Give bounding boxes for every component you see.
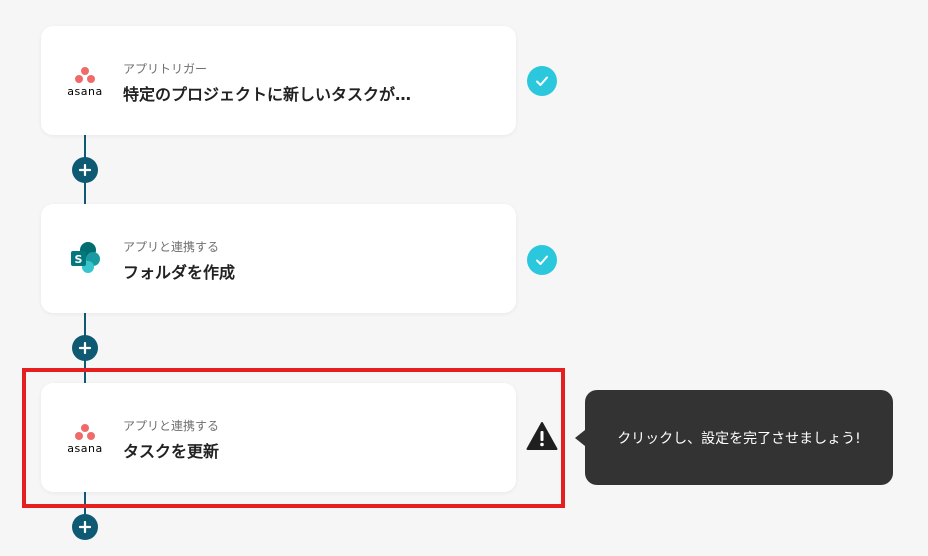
add-step-button[interactable]	[72, 157, 98, 183]
plus-icon	[79, 521, 91, 533]
sharepoint-logo-letter: S	[75, 253, 83, 266]
flow-step-card-trigger[interactable]: asana アプリトリガー 特定のプロジェクトに新しいタスクが…	[41, 26, 516, 135]
step-type-label: アプリと連携する	[123, 240, 220, 254]
plus-icon	[79, 342, 91, 354]
plus-icon	[79, 164, 91, 176]
asana-logo-text: asana	[67, 85, 102, 98]
check-icon	[527, 245, 557, 275]
tooltip-text: クリックし、設定を完了させましょう!	[617, 430, 861, 447]
check-icon	[527, 66, 557, 96]
step-title: 特定のプロジェクトに新しいタスクが…	[123, 85, 412, 104]
sharepoint-logo-icon: S	[65, 236, 105, 280]
flow-step-card-action[interactable]: S アプリと連携する フォルダを作成	[41, 204, 516, 313]
asana-logo-icon: asana	[65, 58, 105, 102]
incomplete-step-highlight	[22, 368, 565, 508]
step-title: フォルダを作成	[123, 263, 236, 282]
step-type-label: アプリトリガー	[123, 62, 208, 76]
setup-tooltip: クリックし、設定を完了させましょう!	[575, 390, 893, 485]
add-step-button[interactable]	[72, 514, 98, 540]
add-step-button[interactable]	[72, 335, 98, 361]
